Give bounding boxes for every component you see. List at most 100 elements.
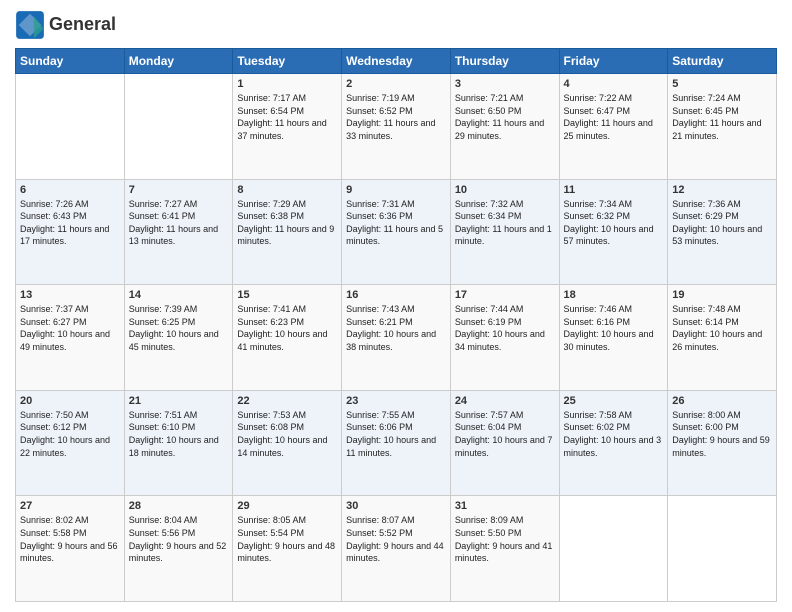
cell-content: Sunrise: 7:19 AM Sunset: 6:52 PM Dayligh… <box>346 92 446 142</box>
day-number: 2 <box>346 78 446 90</box>
calendar-cell: 6Sunrise: 7:26 AM Sunset: 6:43 PM Daylig… <box>16 179 125 285</box>
weekday-header-thursday: Thursday <box>450 49 559 74</box>
calendar-cell: 10 Sunrise: 7:32 AM Sunset: 6:34 PM Dayli… <box>450 179 559 285</box>
cell-content: Sunrise: 7:26 AM Sunset: 6:43 PM Dayligh… <box>20 198 120 248</box>
cell-content: Sunrise: 7:24 AM Sunset: 6:45 PM Dayligh… <box>672 92 772 142</box>
weekday-header-row: SundayMondayTuesdayWednesdayThursdayFrid… <box>16 49 777 74</box>
weekday-header-tuesday: Tuesday <box>233 49 342 74</box>
day-number: 13 <box>20 289 120 301</box>
calendar-week-4: 20Sunrise: 7:50 AM Sunset: 6:12 PM Dayli… <box>16 390 777 496</box>
day-number: 25 <box>564 395 664 407</box>
calendar-cell: 16 Sunrise: 7:43 AM Sunset: 6:21 PM Dayli… <box>342 285 451 391</box>
calendar-cell: 22 Sunrise: 7:53 AM Sunset: 6:08 PM Dayli… <box>233 390 342 496</box>
day-number: 30 <box>346 500 446 512</box>
calendar-cell: 12 Sunrise: 7:36 AM Sunset: 6:29 PM Dayli… <box>668 179 777 285</box>
day-number: 7 <box>129 184 229 196</box>
day-number: 4 <box>564 78 664 90</box>
calendar-week-5: 27 Sunrise: 8:02 AM Sunset: 5:58 PM Dayli… <box>16 496 777 602</box>
cell-content: Sunrise: 7:51 AM Sunset: 6:10 PM Dayligh… <box>129 409 229 459</box>
cell-content: Sunrise: 7:48 AM Sunset: 6:14 PM Dayligh… <box>672 303 772 353</box>
cell-content: Sunrise: 7:34 AM Sunset: 6:32 PM Dayligh… <box>564 198 664 248</box>
day-number: 27 <box>20 500 120 512</box>
calendar-cell: 17Sunrise: 7:44 AM Sunset: 6:19 PM Dayli… <box>450 285 559 391</box>
cell-content: Sunrise: 7:37 AM Sunset: 6:27 PM Dayligh… <box>20 303 120 353</box>
cell-content: Sunrise: 8:04 AM Sunset: 5:56 PM Dayligh… <box>129 514 229 564</box>
day-number: 3 <box>455 78 555 90</box>
day-number: 18 <box>564 289 664 301</box>
calendar-cell: 24 Sunrise: 7:57 AM Sunset: 6:04 PM Dayli… <box>450 390 559 496</box>
cell-content: Sunrise: 7:31 AM Sunset: 6:36 PM Dayligh… <box>346 198 446 248</box>
calendar-cell: 25Sunrise: 7:58 AM Sunset: 6:02 PM Dayli… <box>559 390 668 496</box>
calendar-cell: 7Sunrise: 7:27 AM Sunset: 6:41 PM Daylig… <box>124 179 233 285</box>
day-number: 16 <box>346 289 446 301</box>
day-number: 17 <box>455 289 555 301</box>
calendar-cell <box>668 496 777 602</box>
cell-content: Sunrise: 8:07 AM Sunset: 5:52 PM Dayligh… <box>346 514 446 564</box>
day-number: 12 <box>672 184 772 196</box>
day-number: 8 <box>237 184 337 196</box>
calendar-cell: 4Sunrise: 7:22 AM Sunset: 6:47 PM Daylig… <box>559 74 668 180</box>
cell-content: Sunrise: 7:41 AM Sunset: 6:23 PM Dayligh… <box>237 303 337 353</box>
calendar-cell: 9 Sunrise: 7:31 AM Sunset: 6:36 PM Daylig… <box>342 179 451 285</box>
logo-icon <box>15 10 45 40</box>
header: General <box>15 10 777 40</box>
day-number: 31 <box>455 500 555 512</box>
cell-content: Sunrise: 7:21 AM Sunset: 6:50 PM Dayligh… <box>455 92 555 142</box>
cell-content: Sunrise: 7:36 AM Sunset: 6:29 PM Dayligh… <box>672 198 772 248</box>
weekday-header-friday: Friday <box>559 49 668 74</box>
calendar-cell: 11Sunrise: 7:34 AM Sunset: 6:32 PM Dayli… <box>559 179 668 285</box>
day-number: 10 <box>455 184 555 196</box>
day-number: 28 <box>129 500 229 512</box>
calendar-cell <box>16 74 125 180</box>
cell-content: Sunrise: 7:43 AM Sunset: 6:21 PM Dayligh… <box>346 303 446 353</box>
day-number: 9 <box>346 184 446 196</box>
calendar-cell: 18 Sunrise: 7:46 AM Sunset: 6:16 PM Dayli… <box>559 285 668 391</box>
calendar-table: SundayMondayTuesdayWednesdayThursdayFrid… <box>15 48 777 602</box>
weekday-header-wednesday: Wednesday <box>342 49 451 74</box>
calendar-week-2: 6Sunrise: 7:26 AM Sunset: 6:43 PM Daylig… <box>16 179 777 285</box>
day-number: 5 <box>672 78 772 90</box>
calendar-cell: 8 Sunrise: 7:29 AM Sunset: 6:38 PM Daylig… <box>233 179 342 285</box>
day-number: 19 <box>672 289 772 301</box>
cell-content: Sunrise: 7:50 AM Sunset: 6:12 PM Dayligh… <box>20 409 120 459</box>
day-number: 29 <box>237 500 337 512</box>
cell-content: Sunrise: 7:29 AM Sunset: 6:38 PM Dayligh… <box>237 198 337 248</box>
cell-content: Sunrise: 8:00 AM Sunset: 6:00 PM Dayligh… <box>672 409 772 459</box>
calendar-cell: 13 Sunrise: 7:37 AM Sunset: 6:27 PM Dayli… <box>16 285 125 391</box>
weekday-header-sunday: Sunday <box>16 49 125 74</box>
cell-content: Sunrise: 7:39 AM Sunset: 6:25 PM Dayligh… <box>129 303 229 353</box>
cell-content: Sunrise: 7:46 AM Sunset: 6:16 PM Dayligh… <box>564 303 664 353</box>
weekday-header-monday: Monday <box>124 49 233 74</box>
logo: General <box>15 10 116 40</box>
calendar-cell <box>124 74 233 180</box>
calendar-cell: 2 Sunrise: 7:19 AM Sunset: 6:52 PM Daylig… <box>342 74 451 180</box>
cell-content: Sunrise: 7:53 AM Sunset: 6:08 PM Dayligh… <box>237 409 337 459</box>
cell-content: Sunrise: 8:09 AM Sunset: 5:50 PM Dayligh… <box>455 514 555 564</box>
calendar-week-3: 13 Sunrise: 7:37 AM Sunset: 6:27 PM Dayli… <box>16 285 777 391</box>
day-number: 23 <box>346 395 446 407</box>
cell-content: Sunrise: 7:32 AM Sunset: 6:34 PM Dayligh… <box>455 198 555 248</box>
day-number: 24 <box>455 395 555 407</box>
calendar-cell: 14Sunrise: 7:39 AM Sunset: 6:25 PM Dayli… <box>124 285 233 391</box>
day-number: 26 <box>672 395 772 407</box>
cell-content: Sunrise: 7:17 AM Sunset: 6:54 PM Dayligh… <box>237 92 337 142</box>
logo-text: General <box>49 15 116 35</box>
cell-content: Sunrise: 7:57 AM Sunset: 6:04 PM Dayligh… <box>455 409 555 459</box>
calendar-cell <box>559 496 668 602</box>
weekday-header-saturday: Saturday <box>668 49 777 74</box>
calendar-cell: 23 Sunrise: 7:55 AM Sunset: 6:06 PM Dayli… <box>342 390 451 496</box>
calendar-week-1: 1Sunrise: 7:17 AM Sunset: 6:54 PM Daylig… <box>16 74 777 180</box>
cell-content: Sunrise: 8:02 AM Sunset: 5:58 PM Dayligh… <box>20 514 120 564</box>
calendar-cell: 15Sunrise: 7:41 AM Sunset: 6:23 PM Dayli… <box>233 285 342 391</box>
day-number: 21 <box>129 395 229 407</box>
calendar-cell: 30 Sunrise: 8:07 AM Sunset: 5:52 PM Dayli… <box>342 496 451 602</box>
cell-content: Sunrise: 8:05 AM Sunset: 5:54 PM Dayligh… <box>237 514 337 564</box>
calendar-cell: 31 Sunrise: 8:09 AM Sunset: 5:50 PM Dayli… <box>450 496 559 602</box>
calendar-cell: 3 Sunrise: 7:21 AM Sunset: 6:50 PM Daylig… <box>450 74 559 180</box>
calendar-cell: 19 Sunrise: 7:48 AM Sunset: 6:14 PM Dayli… <box>668 285 777 391</box>
cell-content: Sunrise: 7:55 AM Sunset: 6:06 PM Dayligh… <box>346 409 446 459</box>
calendar-cell: 5 Sunrise: 7:24 AM Sunset: 6:45 PM Daylig… <box>668 74 777 180</box>
calendar-cell: 20Sunrise: 7:50 AM Sunset: 6:12 PM Dayli… <box>16 390 125 496</box>
calendar-cell: 27 Sunrise: 8:02 AM Sunset: 5:58 PM Dayli… <box>16 496 125 602</box>
day-number: 22 <box>237 395 337 407</box>
